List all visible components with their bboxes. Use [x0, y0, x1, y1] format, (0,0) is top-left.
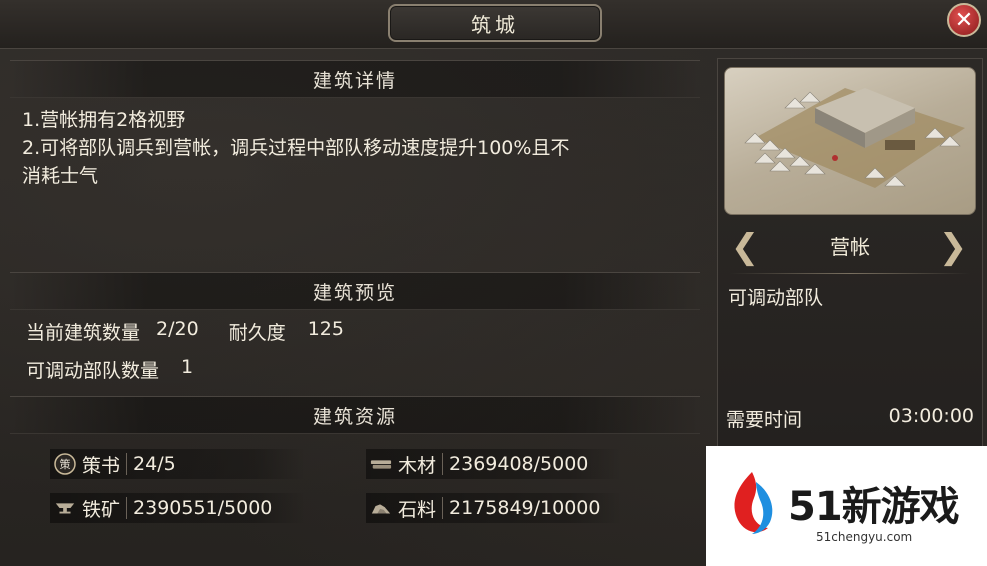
watermark-url: 51chengyu.com — [816, 530, 913, 544]
watermark: 51新游戏 51chengyu.com — [706, 446, 987, 566]
resource-strategy-book: 策 策书 24/5 — [50, 449, 306, 479]
next-building-button[interactable]: ❯ — [938, 227, 968, 267]
count-value: 2/20 — [156, 318, 199, 340]
detail-line-3: 消耗士气 — [22, 165, 99, 187]
watermark-brand: 51新游戏 — [788, 484, 960, 530]
detail-line-1: 1.营帐拥有2格视野 — [22, 109, 186, 131]
count-label: 当前建筑数量 — [26, 322, 141, 344]
resource-name: 石料 — [398, 498, 437, 521]
stone-icon — [370, 497, 392, 519]
building-description: 可调动部队 — [728, 287, 824, 309]
resource-wood: 木材 2369408/5000 — [366, 449, 622, 479]
resource-value: 24/5 — [133, 453, 176, 475]
time-value: 03:00:00 — [888, 405, 974, 427]
preview-header: 建筑预览 — [10, 272, 700, 310]
strategy-book-icon: 策 — [54, 453, 76, 475]
divider — [730, 273, 970, 274]
building-image — [724, 67, 976, 215]
details-header: 建筑详情 — [10, 60, 700, 98]
preview-row-count: 当前建筑数量 2/20 耐久度 125 — [26, 318, 344, 345]
svg-text:策: 策 — [60, 457, 71, 471]
troops-value: 1 — [181, 356, 194, 378]
troops-label: 可调动部队数量 — [26, 360, 160, 382]
build-time-row: 需要时间 03:00:00 — [726, 405, 974, 432]
window-title: 筑城 — [388, 4, 602, 42]
close-button[interactable]: ✕ — [947, 3, 981, 37]
resource-value: 2390551/5000 — [133, 497, 273, 519]
divider — [442, 453, 444, 475]
preview-row-troops: 可调动部队数量 1 — [26, 356, 193, 383]
resource-stone: 石料 2175849/10000 — [366, 493, 622, 523]
resource-iron: 铁矿 2390551/5000 — [50, 493, 306, 523]
resources-header: 建筑资源 — [10, 396, 700, 434]
watermark-logo-icon — [734, 472, 773, 534]
durability-value: 125 — [307, 318, 344, 340]
right-panel: ❮ 营帐 ❯ 可调动部队 需要时间 03:00:00 — [717, 58, 983, 448]
resource-name: 策书 — [82, 454, 121, 477]
resource-value: 2175849/10000 — [449, 497, 601, 519]
durability-label: 耐久度 — [228, 322, 286, 344]
resource-value: 2369408/5000 — [449, 453, 589, 475]
wood-icon — [370, 453, 392, 475]
time-label: 需要时间 — [726, 409, 803, 431]
left-panel: 建筑详情 1.营帐拥有2格视野 2.可将部队调兵到营帐，调兵过程中部队移动速度提… — [10, 58, 700, 548]
details-text: 1.营帐拥有2格视野 2.可将部队调兵到营帐，调兵过程中部队移动速度提升100%… — [22, 106, 702, 190]
iron-anvil-icon — [54, 497, 76, 519]
divider — [126, 453, 128, 475]
resource-name: 木材 — [398, 454, 437, 477]
camp-illustration — [744, 88, 965, 188]
divider — [126, 497, 128, 519]
divider — [442, 497, 444, 519]
title-bar: 筑城 ✕ — [0, 0, 987, 49]
chevron-right-icon: ❯ — [938, 227, 968, 267]
detail-line-2: 2.可将部队调兵到营帐，调兵过程中部队移动速度提升100%且不 — [22, 137, 570, 159]
resource-name: 铁矿 — [82, 498, 121, 521]
close-icon: ✕ — [954, 7, 974, 33]
